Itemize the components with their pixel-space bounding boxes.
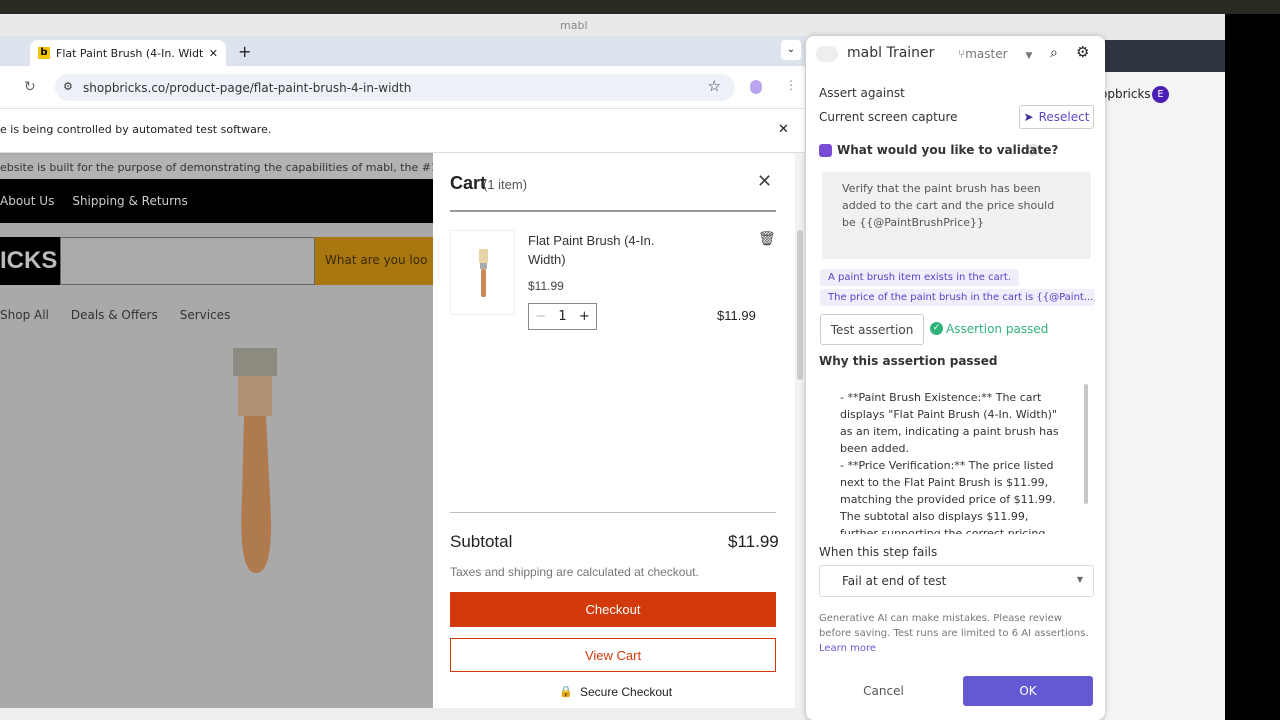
divider [450, 210, 776, 212]
cart-item-price: $11.99 [528, 279, 564, 293]
horizontal-scrollbar[interactable] [0, 708, 805, 720]
new-tab-button[interactable]: + [238, 42, 251, 61]
cursor-icon: ➤ [1023, 110, 1034, 124]
nav-services[interactable]: Services [180, 308, 231, 322]
os-menu-bar [0, 0, 1280, 14]
validation-prompt-textarea[interactable]: Verify that the paint brush has been add… [822, 172, 1091, 259]
background-app [1105, 40, 1225, 720]
delete-item-icon[interactable]: 🗑 [758, 231, 776, 247]
view-cart-button[interactable]: View Cart [450, 638, 776, 672]
validate-question: What would you like to validate? [837, 143, 1059, 157]
nav-shipping-returns[interactable]: Shipping & Returns [72, 194, 187, 208]
panel-title: mabl Trainer [847, 45, 935, 61]
criterion-chip: The price of the paint brush in the cart… [820, 289, 1095, 306]
reselect-label: Reselect [1038, 110, 1090, 124]
branch-selector[interactable]: ⑂master ▼ [958, 47, 1032, 61]
site-logo[interactable]: ICKS [0, 237, 60, 285]
fail-behavior-select[interactable]: Fail at end of test ▼ [819, 565, 1094, 597]
increase-quantity-button[interactable]: + [579, 309, 590, 324]
ai-disclaimer: Generative AI can make mistakes. Please … [819, 613, 1089, 639]
capture-source: Current screen capture [819, 110, 958, 124]
decrease-quantity-button[interactable]: − [535, 309, 546, 324]
criterion-chip: A paint brush item exists in the cart. [820, 269, 1019, 286]
reselect-button[interactable]: ➤ Reselect [1019, 105, 1094, 129]
subtotal-label: Subtotal [450, 532, 513, 551]
cart-title: Cart [450, 173, 487, 193]
cart-item-name[interactable]: Flat Paint Brush (4-In. Width) [528, 231, 678, 269]
url-text: shopbricks.co/product-page/flat-paint-br… [83, 80, 412, 95]
subtotal-value: $11.99 [728, 532, 779, 551]
top-nav: About Us Shipping & Returns [0, 179, 433, 223]
checkout-button[interactable]: Checkout [450, 592, 776, 627]
automation-notice: e is being controlled by automated test … [0, 123, 272, 136]
check-circle-icon: ✓ [930, 322, 943, 335]
fail-behavior-value: Fail at end of test [842, 574, 947, 588]
extension-icon[interactable] [750, 80, 762, 94]
why-label: Why this assertion passed [819, 354, 998, 368]
close-tab-icon[interactable]: ✕ [209, 47, 218, 60]
secure-checkout-label: Secure Checkout [580, 685, 673, 699]
ai-sparkle-icon [819, 144, 832, 157]
search-icon[interactable]: ⌕ [1050, 45, 1058, 61]
tab-title: Flat Paint Brush (4-In. Width) [56, 46, 203, 60]
nav-deals[interactable]: Deals & Offers [71, 308, 158, 322]
close-cart-icon[interactable]: ✕ [757, 171, 772, 192]
browser-menu-icon[interactable]: ⋮ [785, 78, 797, 92]
site-search-input[interactable] [60, 237, 315, 285]
url-bar[interactable]: ⚙ shopbricks.co/product-page/flat-paint-… [55, 74, 735, 101]
window-title: mabl [560, 19, 588, 32]
site-banner: ebsite is built for the purpose of demon… [0, 155, 433, 179]
tab-list-chevron-icon[interactable]: ⌄ [781, 40, 801, 60]
nav-about-us[interactable]: About Us [0, 194, 54, 208]
bookmark-star-icon[interactable]: ☆ [708, 77, 721, 95]
product-image [233, 348, 277, 573]
why-explanation-textarea[interactable]: - **Paint Brush Existence:** The cart di… [820, 381, 1092, 534]
cart-item-total: $11.99 [717, 308, 756, 323]
site-search-button[interactable]: What are you loo [315, 237, 433, 285]
chevron-down-icon: ▼ [1025, 51, 1033, 61]
learn-more-link[interactable]: Learn more [819, 643, 876, 654]
cart-drawer: Cart (1 item) ✕ Flat Paint Brush (4-In. … [433, 153, 795, 708]
ok-button[interactable]: OK [963, 676, 1093, 706]
test-assertion-button[interactable]: Test assertion [820, 314, 924, 345]
cart-count: (1 item) [483, 177, 528, 192]
cancel-button[interactable]: Cancel [846, 677, 921, 705]
cart-scrollbar-thumb[interactable] [797, 230, 803, 380]
close-infobar-icon[interactable]: ✕ [778, 122, 789, 137]
chevron-down-icon: ▼ [1076, 575, 1083, 584]
site-settings-icon[interactable]: ⚙ [63, 80, 73, 93]
assert-against-label: Assert against [819, 86, 905, 100]
explanation-scrollbar-thumb[interactable] [1084, 384, 1088, 504]
background-app-header [1105, 40, 1225, 72]
mabl-trainer-panel: mabl Trainer ⑂master ▼ ⌕ ⚙ Assert against… [806, 36, 1105, 720]
page-overlay[interactable]: ebsite is built for the purpose of demon… [0, 153, 433, 708]
fail-behavior-label: When this step fails [819, 545, 938, 559]
avatar[interactable]: E [1152, 86, 1169, 103]
tax-note: Taxes and shipping are calculated at che… [450, 565, 699, 579]
mabl-logo-icon [816, 46, 838, 62]
main-nav: Shop All Deals & Offers Services [0, 308, 230, 322]
divider [450, 512, 776, 513]
cart-item-thumbnail[interactable] [450, 230, 515, 315]
automation-infobar: e is being controlled by automated test … [0, 108, 805, 153]
branch-name: master [965, 47, 1008, 61]
help-icon[interactable]: ⓘ [1028, 142, 1039, 158]
nav-shop-all[interactable]: Shop All [0, 308, 49, 322]
quantity-value[interactable]: 1 [558, 309, 566, 324]
workspace-name[interactable]: opbricks [1100, 87, 1151, 101]
reload-icon[interactable]: ↻ [24, 79, 36, 95]
gear-icon[interactable]: ⚙ [1076, 43, 1089, 61]
quantity-stepper: − 1 + [528, 303, 597, 330]
lock-icon: 🔒 [559, 685, 573, 698]
assertion-status: Assertion passed [946, 322, 1049, 336]
browser-tab[interactable]: b Flat Paint Brush (4-In. Width) ✕ [30, 40, 226, 66]
site-favicon-icon: b [38, 47, 50, 59]
